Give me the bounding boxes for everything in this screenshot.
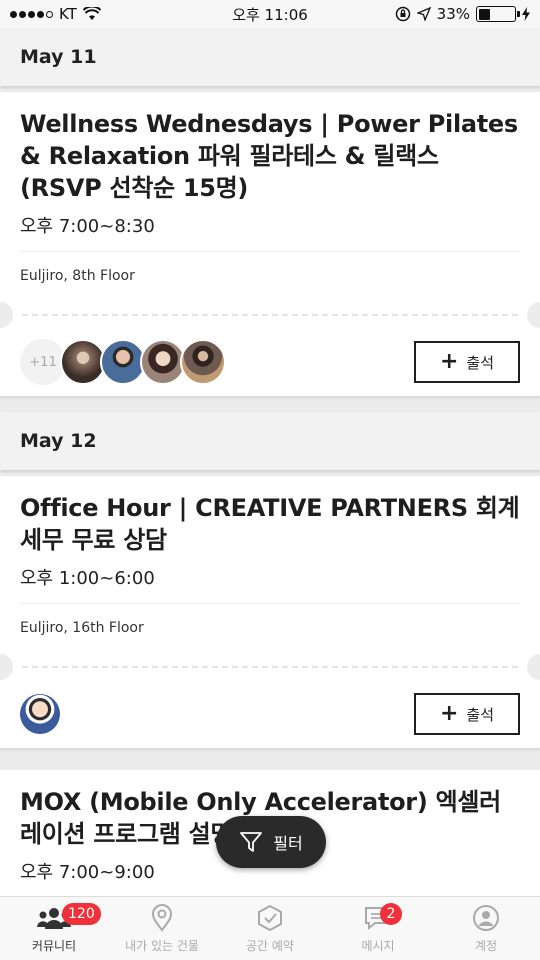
battery-icon — [476, 6, 520, 22]
checkin-button[interactable]: + 출석 — [414, 341, 520, 383]
card-footer: + 출석 — [0, 680, 540, 748]
account-icon — [473, 905, 499, 931]
attendee-list[interactable] — [20, 694, 60, 734]
avatar[interactable] — [20, 694, 60, 734]
event-location: Euljiro, 8th Floor — [20, 268, 135, 284]
filter-icon — [240, 832, 263, 852]
tab-my-building[interactable]: 내가 있는 건물 — [108, 897, 216, 960]
wifi-icon — [82, 7, 101, 20]
signal-strength-icon — [10, 10, 53, 18]
notification-badge: 2 — [380, 903, 402, 925]
event-location: Euljiro, 16th Floor — [20, 620, 144, 636]
filter-label: 필터 — [273, 834, 303, 853]
filter-button[interactable]: 필터 — [216, 816, 326, 868]
event-card[interactable]: Wellness Wednesdays | Power Pilates & Re… — [0, 92, 540, 396]
tab-account[interactable]: 계정 — [432, 897, 540, 960]
tab-label: 메시지 — [361, 939, 395, 953]
plus-icon: + — [439, 701, 459, 726]
ticket-divider — [0, 654, 540, 680]
tab-label: 계정 — [474, 939, 498, 953]
avatar[interactable] — [180, 339, 226, 385]
tab-space-booking[interactable]: 공간 예약 — [216, 897, 324, 960]
ticket-divider — [0, 302, 540, 328]
event-time: 오후 1:00~6:00 — [20, 564, 520, 604]
attendee-list[interactable]: +11 — [20, 339, 226, 385]
event-card[interactable]: Office Hour | CREATIVE PARTNERS 회계 세무 무료… — [0, 476, 540, 748]
status-left: KT — [10, 5, 101, 23]
location-pin-icon — [151, 904, 173, 932]
battery-percent: 33% — [436, 5, 470, 23]
checkin-label: 출석 — [466, 353, 495, 372]
carrier-name: KT — [59, 5, 77, 23]
date-header: May 12 — [0, 412, 540, 470]
event-time: 오후 7:00~8:30 — [20, 212, 520, 252]
plus-icon: + — [439, 349, 459, 374]
tab-community[interactable]: 커뮤니티 120 — [0, 897, 108, 960]
tab-bar: 커뮤니티 120 내가 있는 건물 공간 예약 메시지 2 계정 — [0, 896, 540, 960]
status-right: 33% — [395, 5, 530, 23]
card-footer: +11 + 출석 — [0, 328, 540, 396]
tab-label: 커뮤니티 — [31, 939, 77, 953]
event-title[interactable]: Wellness Wednesdays | Power Pilates & Re… — [20, 108, 520, 204]
location-arrow-icon — [416, 7, 431, 21]
checkin-button[interactable]: + 출석 — [414, 693, 520, 735]
event-title[interactable]: Office Hour | CREATIVE PARTNERS 회계 세무 무료… — [20, 492, 520, 556]
booking-icon — [258, 904, 282, 932]
tab-label: 공간 예약 — [246, 939, 294, 953]
tab-messages[interactable]: 메시지 2 — [324, 897, 432, 960]
status-bar: KT 오후 11:06 33% — [0, 0, 540, 28]
charging-bolt-icon — [522, 7, 530, 21]
rotation-lock-icon — [395, 6, 410, 22]
tab-label: 내가 있는 건물 — [125, 939, 199, 953]
event-feed[interactable]: May 11 Wellness Wednesdays | Power Pilat… — [0, 28, 540, 896]
notification-badge: 120 — [62, 903, 101, 925]
checkin-label: 출석 — [466, 705, 495, 724]
date-header: May 11 — [0, 28, 540, 86]
